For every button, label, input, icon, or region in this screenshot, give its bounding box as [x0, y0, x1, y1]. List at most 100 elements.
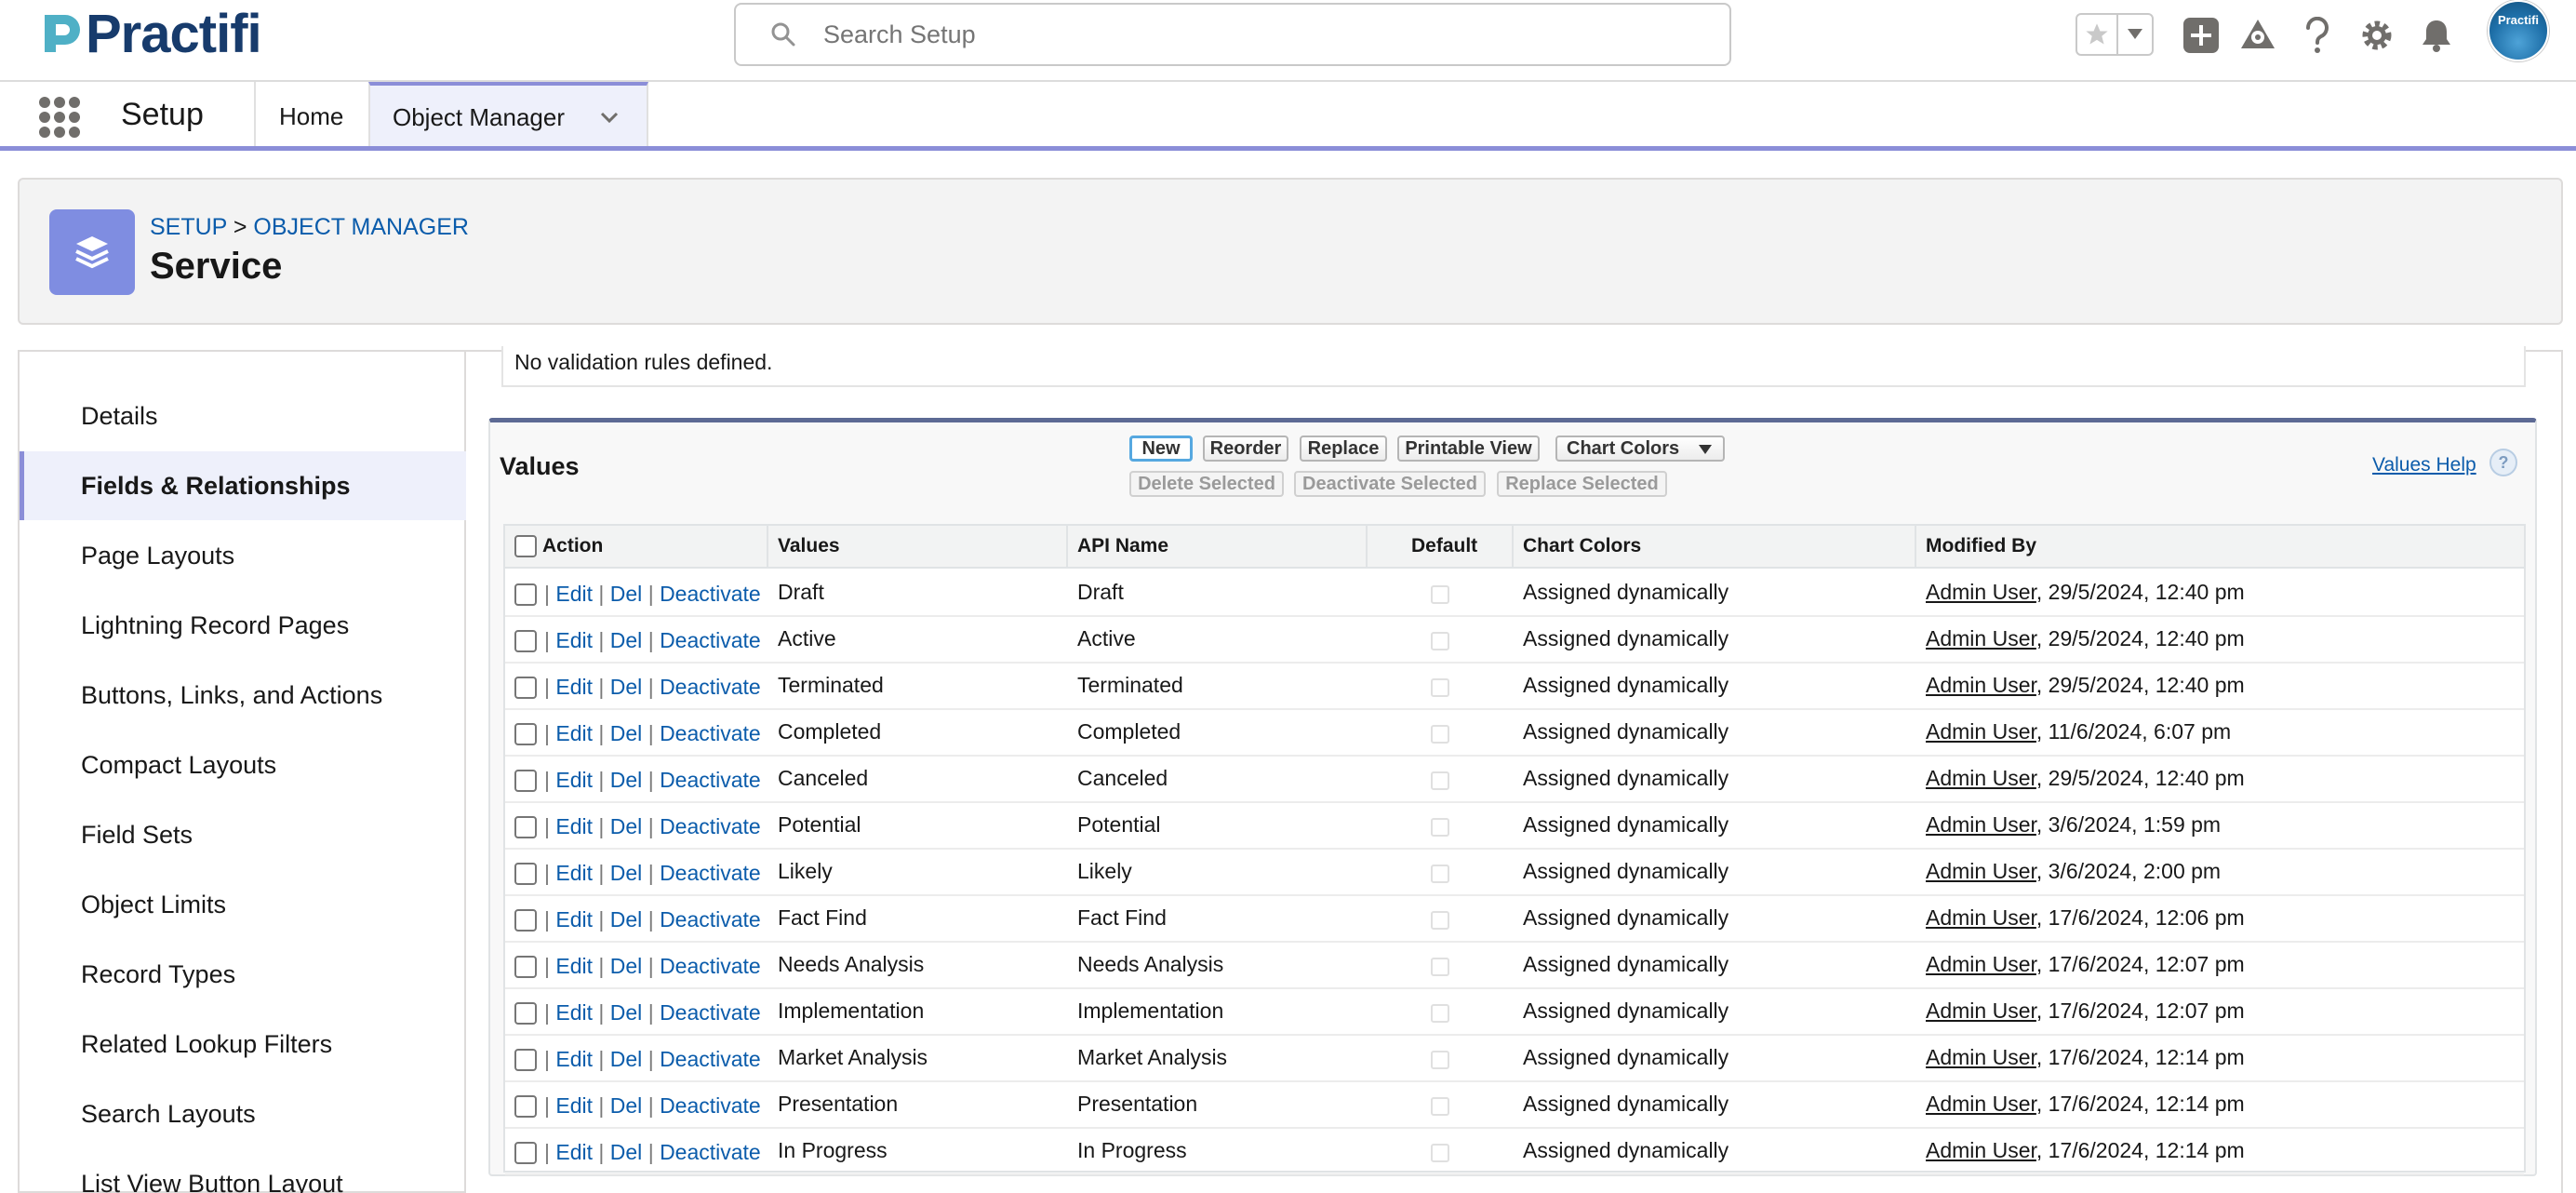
deactivate-link[interactable]: Deactivate: [660, 721, 761, 745]
deactivate-link[interactable]: Deactivate: [660, 1047, 761, 1071]
row-checkbox[interactable]: [514, 630, 537, 652]
favorites-button[interactable]: [2077, 15, 2118, 54]
delete-link[interactable]: Del: [610, 861, 643, 885]
breadcrumb-object-manager[interactable]: OBJECT MANAGER: [253, 214, 469, 240]
help-button[interactable]: [2295, 13, 2340, 58]
row-checkbox[interactable]: [514, 909, 537, 932]
edit-link[interactable]: Edit: [555, 1000, 593, 1025]
edit-link[interactable]: Edit: [555, 954, 593, 978]
row-checkbox[interactable]: [514, 1142, 537, 1164]
modified-by-user-link[interactable]: Admin User: [1926, 1045, 2036, 1069]
edit-link[interactable]: Edit: [555, 861, 593, 885]
delete-link[interactable]: Del: [610, 675, 643, 699]
sidebar-item-details[interactable]: Details: [20, 382, 466, 450]
delete-link[interactable]: Del: [610, 814, 643, 838]
row-checkbox[interactable]: [514, 583, 537, 606]
modified-by-user-link[interactable]: Admin User: [1926, 673, 2036, 697]
edit-link[interactable]: Edit: [555, 721, 593, 745]
help-icon[interactable]: ?: [2489, 449, 2517, 476]
edit-link[interactable]: Edit: [555, 1093, 593, 1118]
sidebar-item-object-limits[interactable]: Object Limits: [20, 870, 466, 939]
delete-link[interactable]: Del: [610, 721, 643, 745]
row-checkbox[interactable]: [514, 816, 537, 838]
deactivate-link[interactable]: Deactivate: [660, 861, 761, 885]
row-checkbox[interactable]: [514, 723, 537, 745]
modified-by-user-link[interactable]: Admin User: [1926, 766, 2036, 790]
edit-link[interactable]: Edit: [555, 675, 593, 699]
chart-colors-button[interactable]: Chart Colors: [1555, 436, 1725, 462]
row-checkbox[interactable]: [514, 956, 537, 978]
edit-link[interactable]: Edit: [555, 582, 593, 606]
sidebar-item-compact-layouts[interactable]: Compact Layouts: [20, 731, 466, 799]
search-input[interactable]: [823, 20, 1661, 49]
chevron-down-icon[interactable]: [598, 106, 621, 133]
sidebar-item-page-layouts[interactable]: Page Layouts: [20, 521, 466, 590]
delete-link[interactable]: Del: [610, 907, 643, 932]
modified-by-user-link[interactable]: Admin User: [1926, 1138, 2036, 1162]
values-help-link[interactable]: Values Help: [2372, 454, 2476, 476]
modified-by-user-link[interactable]: Admin User: [1926, 905, 2036, 930]
trailhead-button[interactable]: [2236, 13, 2280, 58]
row-checkbox[interactable]: [514, 1002, 537, 1025]
modified-by-user-link[interactable]: Admin User: [1926, 952, 2036, 976]
global-actions-button[interactable]: [2179, 13, 2223, 58]
delete-link[interactable]: Del: [610, 582, 643, 606]
delete-link[interactable]: Del: [610, 1047, 643, 1071]
notifications-button[interactable]: [2414, 13, 2459, 58]
delete-link[interactable]: Del: [610, 1093, 643, 1118]
sidebar-item-search-layouts[interactable]: Search Layouts: [20, 1079, 466, 1148]
edit-link[interactable]: Edit: [555, 628, 593, 652]
replace-selected-button[interactable]: Replace Selected: [1497, 471, 1667, 497]
deactivate-link[interactable]: Deactivate: [660, 1093, 761, 1118]
breadcrumb-setup[interactable]: SETUP: [150, 214, 227, 240]
sidebar-item-lightning-record-pages[interactable]: Lightning Record Pages: [20, 591, 466, 660]
new-button[interactable]: New: [1129, 436, 1193, 462]
reorder-button[interactable]: Reorder: [1203, 436, 1288, 462]
deactivate-link[interactable]: Deactivate: [660, 814, 761, 838]
sidebar-item-record-types[interactable]: Record Types: [20, 940, 466, 1009]
avatar[interactable]: Practifi: [2488, 0, 2549, 61]
row-checkbox[interactable]: [514, 1095, 537, 1118]
modified-by-user-link[interactable]: Admin User: [1926, 859, 2036, 883]
row-checkbox[interactable]: [514, 863, 537, 885]
deactivate-selected-button[interactable]: Deactivate Selected: [1294, 471, 1486, 497]
sidebar-item-fields-relationships[interactable]: Fields & Relationships: [20, 451, 466, 520]
delete-link[interactable]: Del: [610, 1140, 643, 1164]
search-box[interactable]: [734, 3, 1731, 66]
edit-link[interactable]: Edit: [555, 1140, 593, 1164]
sidebar-item-related-lookup-filters[interactable]: Related Lookup Filters: [20, 1010, 466, 1079]
deactivate-link[interactable]: Deactivate: [660, 954, 761, 978]
edit-link[interactable]: Edit: [555, 1047, 593, 1071]
modified-by-user-link[interactable]: Admin User: [1926, 626, 2036, 650]
edit-link[interactable]: Edit: [555, 907, 593, 932]
deactivate-link[interactable]: Deactivate: [660, 768, 761, 792]
select-all-checkbox[interactable]: [514, 535, 537, 557]
replace-button[interactable]: Replace: [1300, 436, 1387, 462]
deactivate-link[interactable]: Deactivate: [660, 1000, 761, 1025]
modified-by-user-link[interactable]: Admin User: [1926, 719, 2036, 744]
sidebar-item-field-sets[interactable]: Field Sets: [20, 800, 466, 869]
modified-by-user-link[interactable]: Admin User: [1926, 812, 2036, 837]
modified-by-user-link[interactable]: Admin User: [1926, 999, 2036, 1023]
modified-by-user-link[interactable]: Admin User: [1926, 580, 2036, 604]
delete-link[interactable]: Del: [610, 628, 643, 652]
edit-link[interactable]: Edit: [555, 768, 593, 792]
printable-view-button[interactable]: Printable View: [1397, 436, 1540, 462]
delete-selected-button[interactable]: Delete Selected: [1129, 471, 1284, 497]
sidebar-item-buttons-links-actions[interactable]: Buttons, Links, and Actions: [20, 661, 466, 730]
delete-link[interactable]: Del: [610, 768, 643, 792]
deactivate-link[interactable]: Deactivate: [660, 907, 761, 932]
deactivate-link[interactable]: Deactivate: [660, 1140, 761, 1164]
row-checkbox[interactable]: [514, 770, 537, 792]
row-checkbox[interactable]: [514, 677, 537, 699]
delete-link[interactable]: Del: [610, 1000, 643, 1025]
sidebar-item-list-view-button-layout[interactable]: List View Button Layout: [20, 1149, 466, 1193]
setup-gear-button[interactable]: [2355, 13, 2399, 58]
delete-link[interactable]: Del: [610, 954, 643, 978]
edit-link[interactable]: Edit: [555, 814, 593, 838]
row-checkbox[interactable]: [514, 1049, 537, 1071]
tab-object-manager[interactable]: Object Manager: [368, 82, 648, 146]
favorites-menu-button[interactable]: [2118, 15, 2152, 54]
modified-by-user-link[interactable]: Admin User: [1926, 1092, 2036, 1116]
app-launcher-icon[interactable]: [39, 97, 80, 138]
